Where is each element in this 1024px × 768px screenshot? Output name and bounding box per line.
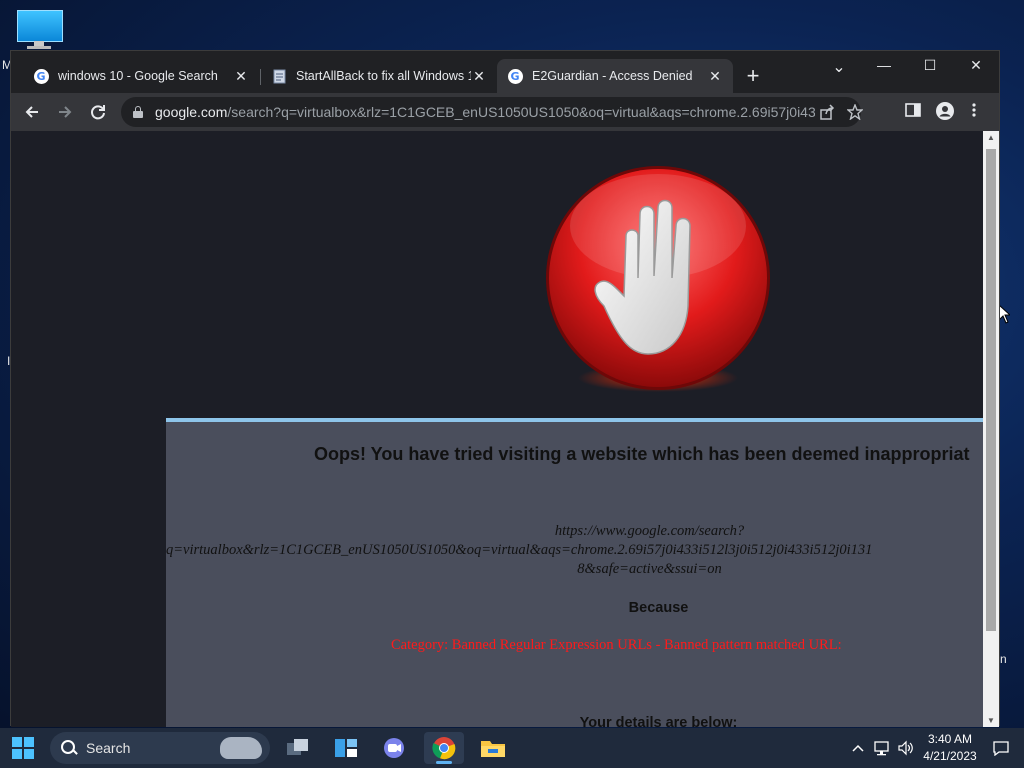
tab-access-denied[interactable]: G E2Guardian - Access Denied ✕ [497, 59, 733, 93]
page-icon [271, 68, 287, 84]
page-viewport: Oops! You have tried visiting a website … [11, 131, 983, 727]
profile-icon[interactable] [936, 102, 954, 124]
teams-chat-icon[interactable] [374, 732, 414, 764]
share-icon[interactable] [819, 104, 835, 124]
google-g-icon: G [33, 68, 49, 84]
desktop-edge-text: n [1000, 652, 1007, 666]
browser-window: G windows 10 - Google Search ✕ StartAllB… [10, 50, 1000, 727]
task-view-icon[interactable] [278, 732, 318, 764]
denial-headline: Oops! You have tried visiting a website … [314, 444, 970, 464]
block-reason: Category: Banned Regular Expression URLs… [391, 637, 842, 653]
search-icon [60, 739, 78, 757]
scrollbar-thumb[interactable] [986, 149, 996, 631]
menu-kebab-icon[interactable] [971, 102, 977, 122]
scroll-down-arrow-icon[interactable]: ▼ [983, 716, 999, 725]
tab-search-button[interactable]: ⌄ [819, 57, 859, 77]
reload-icon[interactable] [87, 101, 109, 123]
url-host: google.com [155, 104, 228, 120]
new-tab-button[interactable]: + [741, 65, 765, 87]
close-tab-icon[interactable]: ✕ [707, 68, 723, 85]
chrome-taskbar-icon[interactable] [424, 732, 464, 764]
url-text[interactable]: google.com/search?q=virtualbox&rlz=1C1GC… [155, 104, 815, 120]
maximize-button[interactable]: ☐ [910, 57, 950, 74]
tab-startallback[interactable]: StartAllBack to fix all Windows 1 ✕ [261, 59, 497, 93]
blocked-url-line: 8&safe=active&ssui=on [577, 561, 722, 577]
close-window-button[interactable]: ✕ [956, 57, 996, 74]
details-heading: Your details are below: [579, 715, 738, 727]
taskbar-clock[interactable]: 3:40 AM 4/21/2023 [918, 731, 982, 765]
scroll-up-arrow-icon[interactable]: ▲ [983, 133, 999, 142]
widgets-icon[interactable] [326, 732, 366, 764]
close-tab-icon[interactable]: ✕ [233, 68, 249, 85]
address-bar[interactable]: google.com/search?q=virtualbox&rlz=1C1GC… [121, 97, 864, 127]
monitor-icon[interactable] [17, 10, 63, 49]
stop-hand-icon [546, 166, 770, 392]
taskbar-search[interactable]: Search [50, 732, 270, 764]
tab-strip: G windows 10 - Google Search ✕ StartAllB… [11, 51, 999, 93]
minimize-button[interactable]: — [864, 57, 904, 73]
tab-label: windows 10 - Google Search [58, 69, 218, 83]
vertical-scrollbar[interactable]: ▲ ▼ [983, 131, 999, 727]
blocked-url: https://www.google.com/search? q=virtual… [166, 522, 983, 579]
close-tab-icon[interactable]: ✕ [471, 68, 487, 85]
tab-label: E2Guardian - Access Denied [532, 69, 693, 83]
denial-panel: Oops! You have tried visiting a website … [166, 418, 983, 727]
url-path: /search?q=virtualbox&rlz=1C1GCEB_enUS105… [227, 104, 815, 120]
forward-arrow-icon[interactable] [54, 101, 76, 123]
search-label: Search [86, 740, 131, 756]
back-arrow-icon[interactable] [21, 101, 43, 123]
clock-date: 4/21/2023 [923, 749, 977, 763]
volume-icon[interactable] [896, 728, 916, 768]
taskbar: Search 3:40 AM 4/21/2023 [0, 728, 1024, 768]
browser-toolbar: google.com/search?q=virtualbox&rlz=1C1GC… [11, 93, 999, 131]
lock-icon[interactable] [133, 106, 143, 118]
blocked-url-line: q=virtualbox&rlz=1C1GCEB_enUS1050US1050&… [166, 542, 873, 558]
because-label: Because [628, 600, 689, 616]
windows-start-icon[interactable] [12, 737, 34, 759]
google-g-icon: G [507, 68, 523, 84]
blocked-url-line: https://www.google.com/search? [554, 523, 745, 539]
clock-time: 3:40 AM [927, 732, 973, 746]
tab-label: StartAllBack to fix all Windows 1 [296, 69, 471, 83]
search-highlight-icon [220, 737, 262, 759]
chevron-up-icon[interactable] [850, 728, 866, 768]
tab-windows-10-search[interactable]: G windows 10 - Google Search ✕ [23, 59, 259, 93]
bookmark-star-icon[interactable] [846, 103, 864, 124]
file-explorer-icon[interactable] [473, 732, 513, 764]
side-panel-icon[interactable] [905, 102, 921, 122]
notification-icon[interactable] [990, 728, 1012, 768]
network-icon[interactable] [872, 728, 892, 768]
